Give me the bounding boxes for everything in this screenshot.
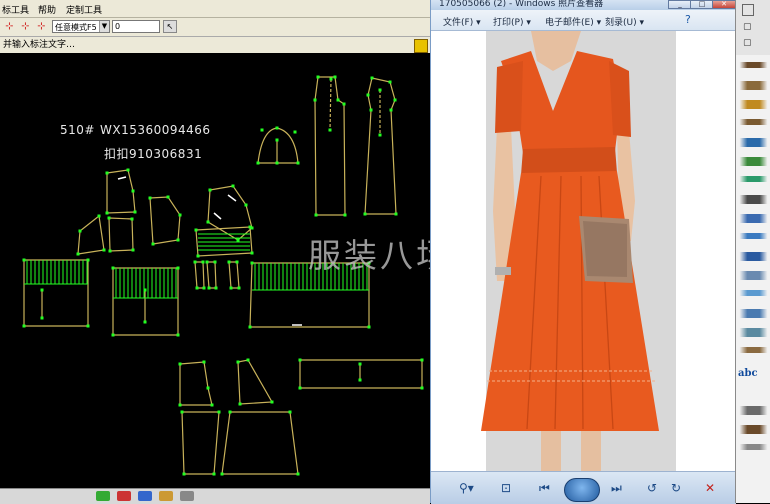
pointer-tool-button[interactable]: ↖ [163, 20, 177, 33]
rotate-left-icon[interactable]: ↺ [647, 482, 657, 494]
menu-print-label: 打印(P) [493, 18, 524, 28]
rotate-right-icon[interactable]: ↻ [671, 482, 681, 494]
photo-area[interactable] [431, 31, 736, 471]
tool-button[interactable] [738, 309, 769, 318]
dress-photo [431, 31, 736, 471]
close-button[interactable]: ✕ [712, 0, 736, 9]
tool-list [736, 58, 770, 503]
layer-icon[interactable] [414, 39, 428, 53]
tool-button[interactable] [738, 119, 769, 125]
tool-button[interactable] [738, 425, 769, 434]
tool-button[interactable] [738, 138, 769, 147]
menu-file[interactable]: 文件(F) ▾ [443, 15, 481, 28]
cad-menubar: 标工具 帮助 定制工具 [0, 0, 430, 18]
tool-button[interactable] [738, 233, 769, 239]
value-input[interactable]: 0 [112, 20, 160, 33]
menu-print[interactable]: 打印(P) ▾ [493, 15, 531, 28]
menu-email-label: 电子邮件(E) [545, 18, 594, 28]
wechat-contact: WX15360094466 [100, 123, 211, 137]
previous-icon[interactable]: ⏮ [539, 482, 550, 494]
cad-toolbox: ▢ ▢ abc [735, 0, 770, 503]
tool-button[interactable] [738, 157, 769, 166]
taskbar-app-icon[interactable] [138, 491, 152, 501]
chevron-down-icon[interactable]: ▼ [99, 21, 109, 32]
tool-button[interactable] [738, 444, 769, 450]
delete-point-icon[interactable]: ⊹ [34, 20, 49, 34]
cad-prompt-bar: 并输入标注文字… [0, 37, 430, 53]
viewer-title: 170505066 (2) - Windows 照片查看器 [439, 0, 604, 9]
menu-custom-tools[interactable]: 定制工具 [66, 3, 102, 16]
help-icon[interactable]: ? [685, 13, 691, 26]
tool-button[interactable] [738, 62, 769, 68]
tool-button[interactable] [738, 271, 769, 280]
text-tool-label[interactable]: abc [738, 368, 758, 379]
tool-button[interactable]: ▢ [743, 38, 752, 48]
tool-button[interactable]: ▢ [743, 22, 752, 32]
next-icon[interactable]: ⏭ [611, 482, 622, 494]
mode-select[interactable]: 任意模式F5 ▼ [52, 20, 110, 33]
tool-button[interactable] [738, 176, 769, 182]
toolbox-header: ▢ ▢ [736, 0, 770, 55]
taskbar-app-icon[interactable] [96, 491, 110, 501]
taskbar-app-icon[interactable] [180, 491, 194, 501]
mode-select-value: 任意模式F5 [55, 23, 97, 32]
tool-button[interactable] [738, 100, 769, 109]
viewer-control-bar: ⚲▾ ⊡ ⏮ ⏭ ↺ ↻ ✕ [431, 471, 736, 504]
taskbar-app-icon[interactable] [159, 491, 173, 501]
menu-burn[interactable]: 刻录(U) ▾ [605, 15, 644, 28]
tool-button[interactable] [738, 290, 769, 296]
tool-button[interactable] [738, 252, 769, 261]
tool-button[interactable] [738, 214, 769, 223]
status-prompt: 并输入标注文字… [3, 40, 76, 50]
window-icon[interactable] [742, 4, 754, 16]
viewer-titlebar: 170505066 (2) - Windows 照片查看器 _ □ ✕ [431, 0, 736, 10]
tool-button[interactable] [738, 347, 769, 353]
qq-contact: 扣扣910306831 [104, 147, 203, 161]
menu-help[interactable]: 帮助 [38, 3, 56, 16]
taskbar-app-icon[interactable] [117, 491, 131, 501]
tool-button[interactable] [738, 81, 769, 90]
zoom-icon[interactable]: ⚲▾ [459, 482, 474, 494]
viewer-menubar: 文件(F) ▾ 打印(P) ▾ 电子邮件(E) ▾ 刻录(U) ▾ ? [431, 10, 736, 31]
split-point-icon[interactable]: ⊹ [18, 20, 33, 34]
tool-button[interactable] [738, 406, 769, 415]
fit-icon[interactable]: ⊡ [501, 482, 511, 494]
tool-button[interactable] [738, 328, 769, 337]
delete-icon[interactable]: ✕ [705, 482, 715, 494]
add-point-icon[interactable]: ⊹ [2, 20, 17, 34]
photo-viewer-window: 170505066 (2) - Windows 照片查看器 _ □ ✕ 文件(F… [430, 0, 736, 504]
taskbar [0, 488, 430, 504]
minimize-button[interactable]: _ [668, 0, 692, 9]
maximize-button[interactable]: □ [690, 0, 714, 9]
slideshow-icon[interactable] [564, 478, 600, 502]
menu-email[interactable]: 电子邮件(E) ▾ [545, 15, 601, 28]
menu-burn-label: 刻录(U) [605, 18, 637, 28]
cad-toolbar: ⊹ ⊹ ⊹ 任意模式F5 ▼ 0 ↖ [0, 18, 430, 37]
tool-button[interactable] [738, 195, 769, 204]
menu-file-label: 文件(F) [443, 18, 474, 28]
size-label: 510# [60, 123, 95, 137]
menu-annotation-tools[interactable]: 标工具 [2, 3, 29, 16]
